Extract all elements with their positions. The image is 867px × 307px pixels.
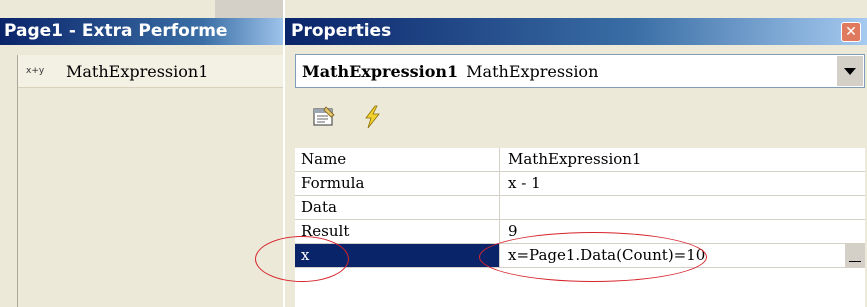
grid-row-x[interactable]: x x=Page1.Data(Count)=10	[295, 244, 865, 268]
property-value[interactable]: x - 1	[500, 172, 865, 195]
properties-toolbar	[295, 96, 865, 140]
property-grid: Name MathExpression1 Formula x - 1 Data …	[295, 148, 865, 307]
left-tab-strip	[215, 0, 285, 18]
object-type: MathExpression	[466, 61, 599, 81]
grid-row-formula[interactable]: Formula x - 1	[295, 172, 865, 196]
prop-top-strip	[285, 0, 867, 18]
property-name: Formula	[295, 172, 500, 195]
left-window-title: Page1 - Extra Performe	[0, 18, 290, 45]
property-name: Result	[295, 220, 500, 243]
property-value[interactable]: x=Page1.Data(Count)=10	[500, 244, 865, 267]
left-top-strip	[0, 0, 290, 18]
property-name: x	[295, 244, 500, 267]
property-value[interactable]	[500, 196, 865, 219]
properties-window: Properties ✕ MathExpression1 MathExpress…	[255, 0, 867, 307]
chevron-down-icon	[844, 67, 856, 75]
left-gutter	[0, 55, 17, 307]
property-name: Name	[295, 148, 500, 171]
object-list: x+y MathExpression1	[17, 55, 291, 307]
close-button[interactable]: ✕	[841, 22, 861, 42]
math-expression-icon: x+y	[26, 66, 45, 76]
object-selector-dropdown[interactable]: MathExpression1 MathExpression	[295, 54, 865, 88]
grid-row-name[interactable]: Name MathExpression1	[295, 148, 865, 172]
object-list-window: Page1 - Extra Performe x+y MathExpressio…	[0, 0, 291, 307]
property-name: Data	[295, 196, 500, 219]
dropdown-button[interactable]	[836, 56, 863, 86]
grid-row-result[interactable]: Result 9	[295, 220, 865, 244]
property-value[interactable]: MathExpression1	[500, 148, 865, 171]
property-value[interactable]: 9	[500, 220, 865, 243]
events-lightning-icon	[365, 105, 380, 129]
properties-icon	[313, 106, 335, 126]
events-button[interactable]	[357, 102, 387, 132]
list-item-math-expression[interactable]: x+y MathExpression1	[18, 55, 291, 88]
object-name: MathExpression1	[302, 61, 459, 81]
properties-button[interactable]	[309, 102, 339, 132]
edit-value-button[interactable]	[844, 244, 865, 267]
grid-row-data[interactable]: Data	[295, 196, 865, 220]
list-item-label: MathExpression1	[66, 61, 209, 81]
properties-title: Properties	[285, 18, 867, 45]
